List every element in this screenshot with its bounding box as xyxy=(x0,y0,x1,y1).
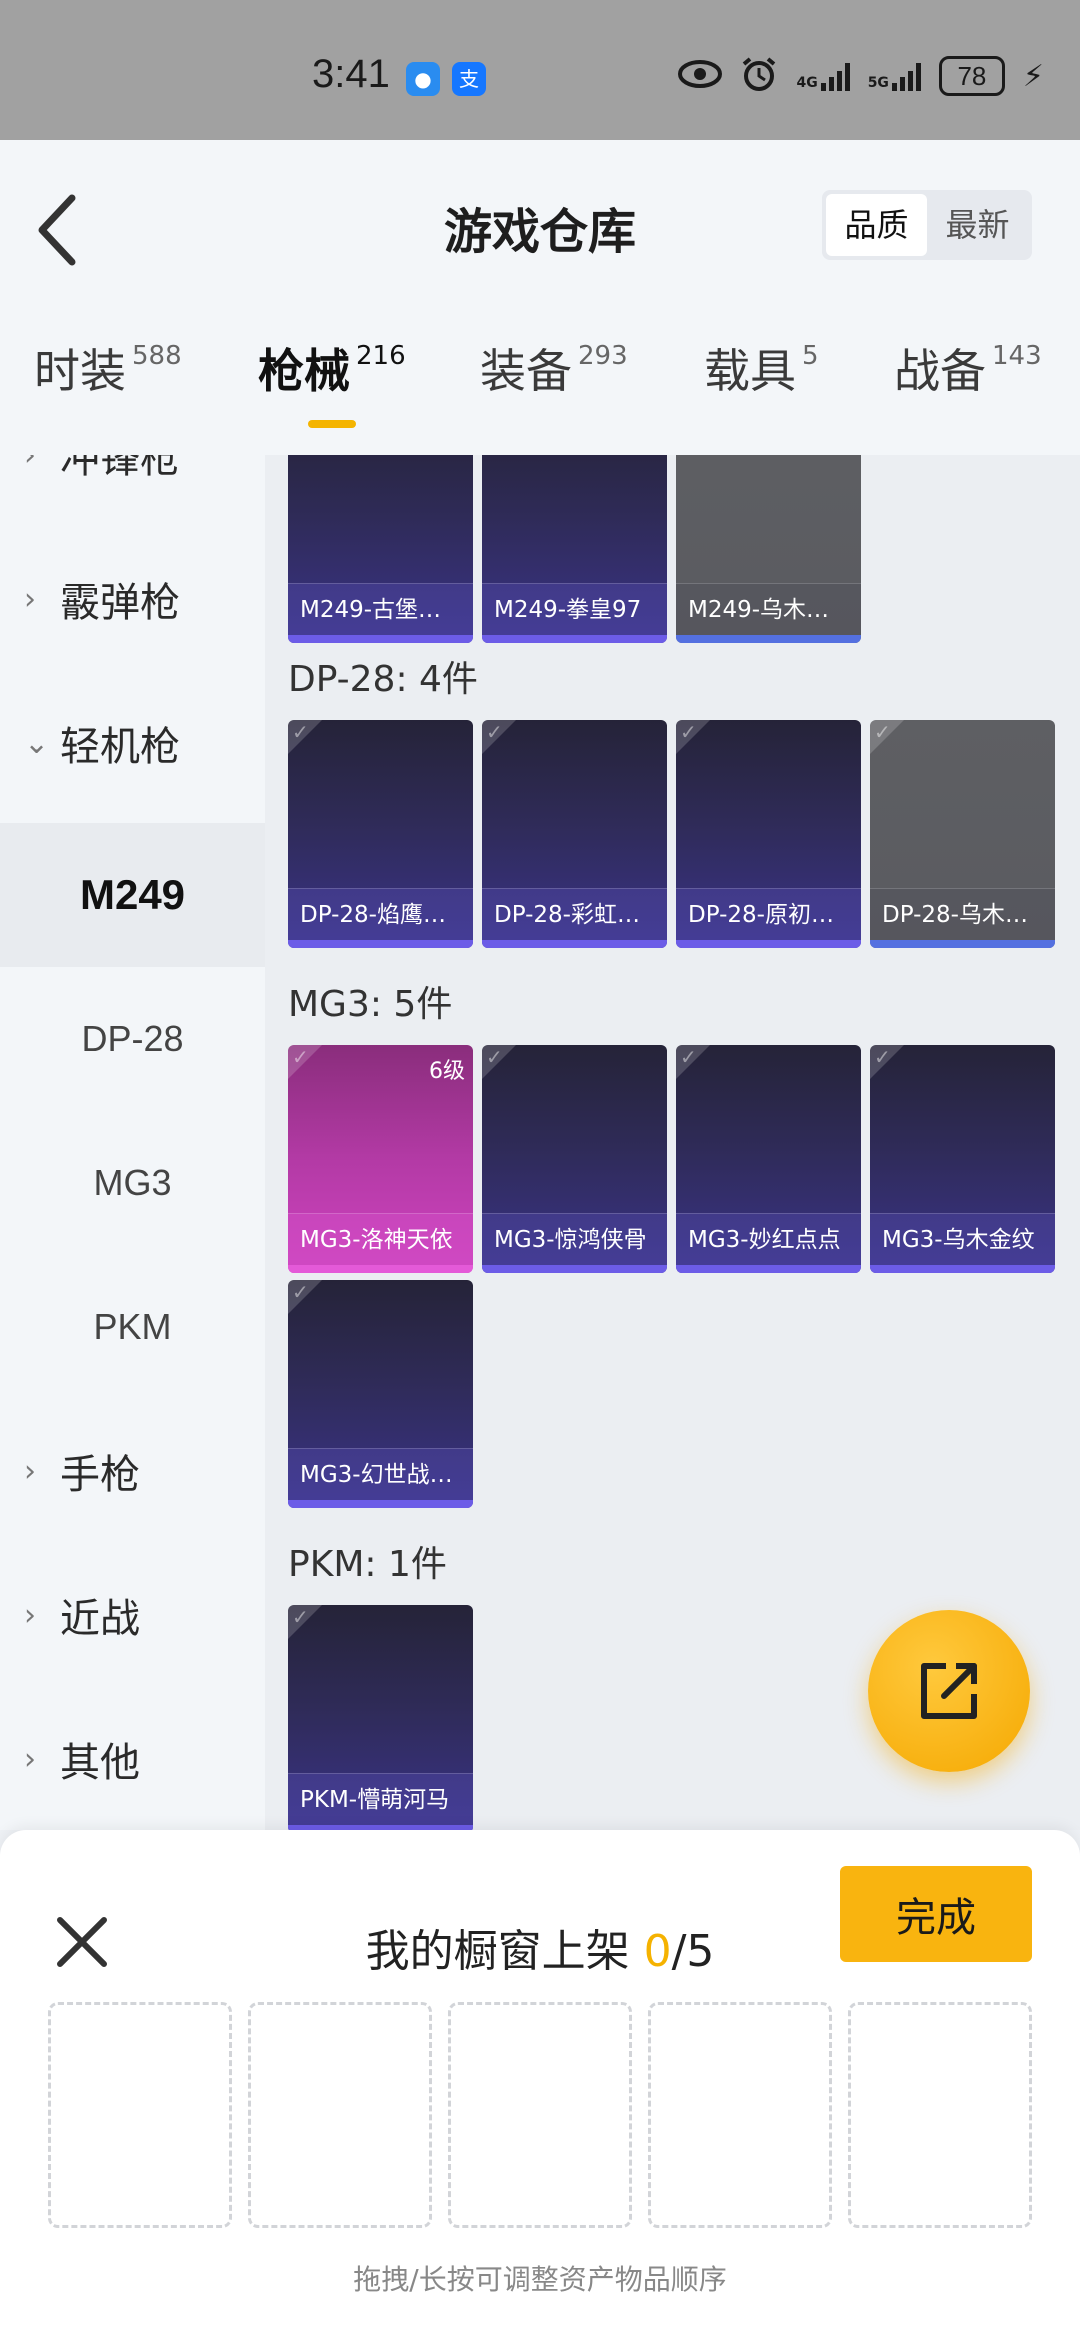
item-name: M249-乌木… xyxy=(676,583,861,635)
item-name: MG3-惊鸿侠骨 xyxy=(482,1213,667,1265)
item-name: PKM-懵萌河马 xyxy=(288,1773,473,1825)
tab-equipment[interactable]: 装备 293 xyxy=(480,335,628,401)
drag-hint: 拖拽/长按可调整资产物品顺序 xyxy=(353,2263,727,2296)
sidebar-item-smg[interactable]: › 冲锋枪 xyxy=(0,455,265,527)
share-button[interactable] xyxy=(868,1610,1030,1772)
sidebar-item-melee[interactable]: › 近战 xyxy=(0,1543,265,1687)
showcase-total-count: /5 xyxy=(671,1926,715,1977)
item-card[interactable]: ✓ MG3-幻世战… xyxy=(288,1280,473,1508)
sidebar-subitem-dp28[interactable]: DP-28 xyxy=(0,967,265,1111)
sidebar: › 冲锋枪 › 霰弹枪 ⌄ 轻机枪 M249 DP-28 MG3 PKM › 手… xyxy=(0,455,265,1830)
chevron-right-icon: › xyxy=(24,455,36,473)
done-button[interactable]: 完成 xyxy=(840,1866,1032,1962)
item-name: DP-28-乌木… xyxy=(870,888,1055,940)
battery-indicator: 78 xyxy=(938,56,1005,96)
status-right: 4G 5G 78 ⚡ xyxy=(678,55,1044,97)
check-icon: ✓ xyxy=(874,720,891,744)
tab-vehicles[interactable]: 载具 5 xyxy=(704,335,819,401)
active-tab-indicator xyxy=(308,420,356,428)
item-card[interactable]: ✓ PKM-懵萌河马 xyxy=(288,1605,473,1830)
tab-supplies[interactable]: 战备 143 xyxy=(894,335,1042,401)
item-name: MG3-乌木金纹 xyxy=(870,1213,1055,1265)
chevron-right-icon: › xyxy=(24,1741,36,1777)
signal-4g: 4G xyxy=(796,61,850,91)
check-icon: ✓ xyxy=(292,1605,309,1629)
item-name: MG3-幻世战… xyxy=(288,1448,473,1500)
chevron-right-icon: › xyxy=(24,1597,36,1633)
sidebar-subitem-mg3[interactable]: MG3 xyxy=(0,1111,265,1255)
item-card[interactable]: ✓ MG3-妙红点点 xyxy=(676,1045,861,1273)
status-bar: 3:41 ● 支 4G 5G 78 ⚡ xyxy=(0,0,1080,140)
item-name: MG3-妙红点点 xyxy=(676,1213,861,1265)
item-name: DP-28-原初… xyxy=(676,888,861,940)
showcase-slot[interactable] xyxy=(48,2002,232,2228)
showcase-slot[interactable] xyxy=(448,2002,632,2228)
section-title-dp28: DP-28: 4件 xyxy=(288,659,478,700)
check-icon: ✓ xyxy=(292,1280,309,1304)
check-icon: ✓ xyxy=(292,720,309,744)
section-title-mg3: MG3: 5件 xyxy=(288,984,453,1025)
sort-toggle[interactable]: 品质 最新 xyxy=(822,190,1032,260)
share-export-icon xyxy=(921,1663,977,1719)
chevron-right-icon: › xyxy=(24,1453,36,1489)
signal-5g: 5G xyxy=(868,61,921,91)
item-name: MG3-洛神天依 xyxy=(288,1213,473,1265)
showcase-slot[interactable] xyxy=(248,2002,432,2228)
tab-firearms[interactable]: 枪械 216 xyxy=(258,335,406,401)
item-card[interactable]: M249-拳皇97 xyxy=(482,455,667,643)
signal-bars-icon xyxy=(891,61,921,91)
tab-fashion[interactable]: 时装 588 xyxy=(34,335,182,401)
showcase-sheet: 我的橱窗上架 0/5 完成 拖拽/长按可调整资产物品顺序 xyxy=(0,1830,1080,2340)
charging-icon: ⚡ xyxy=(1022,58,1044,94)
sidebar-item-other[interactable]: › 其他 xyxy=(0,1687,265,1830)
sidebar-subitem-m249[interactable]: M249 xyxy=(0,823,265,967)
check-icon: ✓ xyxy=(680,720,697,744)
item-card[interactable]: ✓ 6级 MG3-洛神天依 xyxy=(288,1045,473,1273)
check-icon: ✓ xyxy=(486,1045,503,1069)
chat-bubble-icon: ● xyxy=(406,62,440,96)
chevron-down-icon: ⌄ xyxy=(24,725,50,761)
alipay-icon: 支 xyxy=(452,62,486,96)
sidebar-subitem-pkm[interactable]: PKM xyxy=(0,1255,265,1399)
item-name: M249-拳皇97 xyxy=(482,583,667,635)
item-card[interactable]: M249-古堡… xyxy=(288,455,473,643)
category-tabs: 时装 588 枪械 216 装备 293 载具 5 战备 143 xyxy=(0,335,1080,435)
alarm-icon xyxy=(740,55,778,97)
sort-option-latest[interactable]: 最新 xyxy=(927,194,1028,256)
chevron-right-icon: › xyxy=(24,581,36,617)
sidebar-item-shotgun[interactable]: › 霰弹枪 xyxy=(0,527,265,671)
item-card[interactable]: ✓ DP-28-焰鹰… xyxy=(288,720,473,948)
level-badge: 6级 xyxy=(429,1059,465,1084)
sidebar-item-lmg[interactable]: ⌄ 轻机枪 xyxy=(0,671,265,815)
check-icon: ✓ xyxy=(874,1045,891,1069)
showcase-current-count: 0 xyxy=(643,1926,672,1977)
check-icon: ✓ xyxy=(486,720,503,744)
item-name: M249-古堡… xyxy=(288,583,473,635)
showcase-slot[interactable] xyxy=(648,2002,832,2228)
item-card[interactable]: ✓ DP-28-原初… xyxy=(676,720,861,948)
item-card[interactable]: ✓ DP-28-彩虹… xyxy=(482,720,667,948)
eye-icon xyxy=(678,59,723,93)
check-icon: ✓ xyxy=(292,1045,309,1069)
showcase-slot[interactable] xyxy=(848,2002,1032,2228)
item-card[interactable]: M249-乌木… xyxy=(676,455,861,643)
item-card[interactable]: ✓ DP-28-乌木… xyxy=(870,720,1055,948)
sort-option-quality[interactable]: 品质 xyxy=(826,194,927,256)
check-icon: ✓ xyxy=(680,1045,697,1069)
item-card[interactable]: ✓ MG3-惊鸿侠骨 xyxy=(482,1045,667,1273)
item-name: DP-28-彩虹… xyxy=(482,888,667,940)
status-time: 3:41 xyxy=(312,52,390,96)
item-name: DP-28-焰鹰… xyxy=(288,888,473,940)
signal-bars-icon xyxy=(820,61,850,91)
item-card[interactable]: ✓ MG3-乌木金纹 xyxy=(870,1045,1055,1273)
sidebar-item-pistol[interactable]: › 手枪 xyxy=(0,1399,265,1543)
section-title-pkm: PKM: 1件 xyxy=(288,1544,447,1585)
